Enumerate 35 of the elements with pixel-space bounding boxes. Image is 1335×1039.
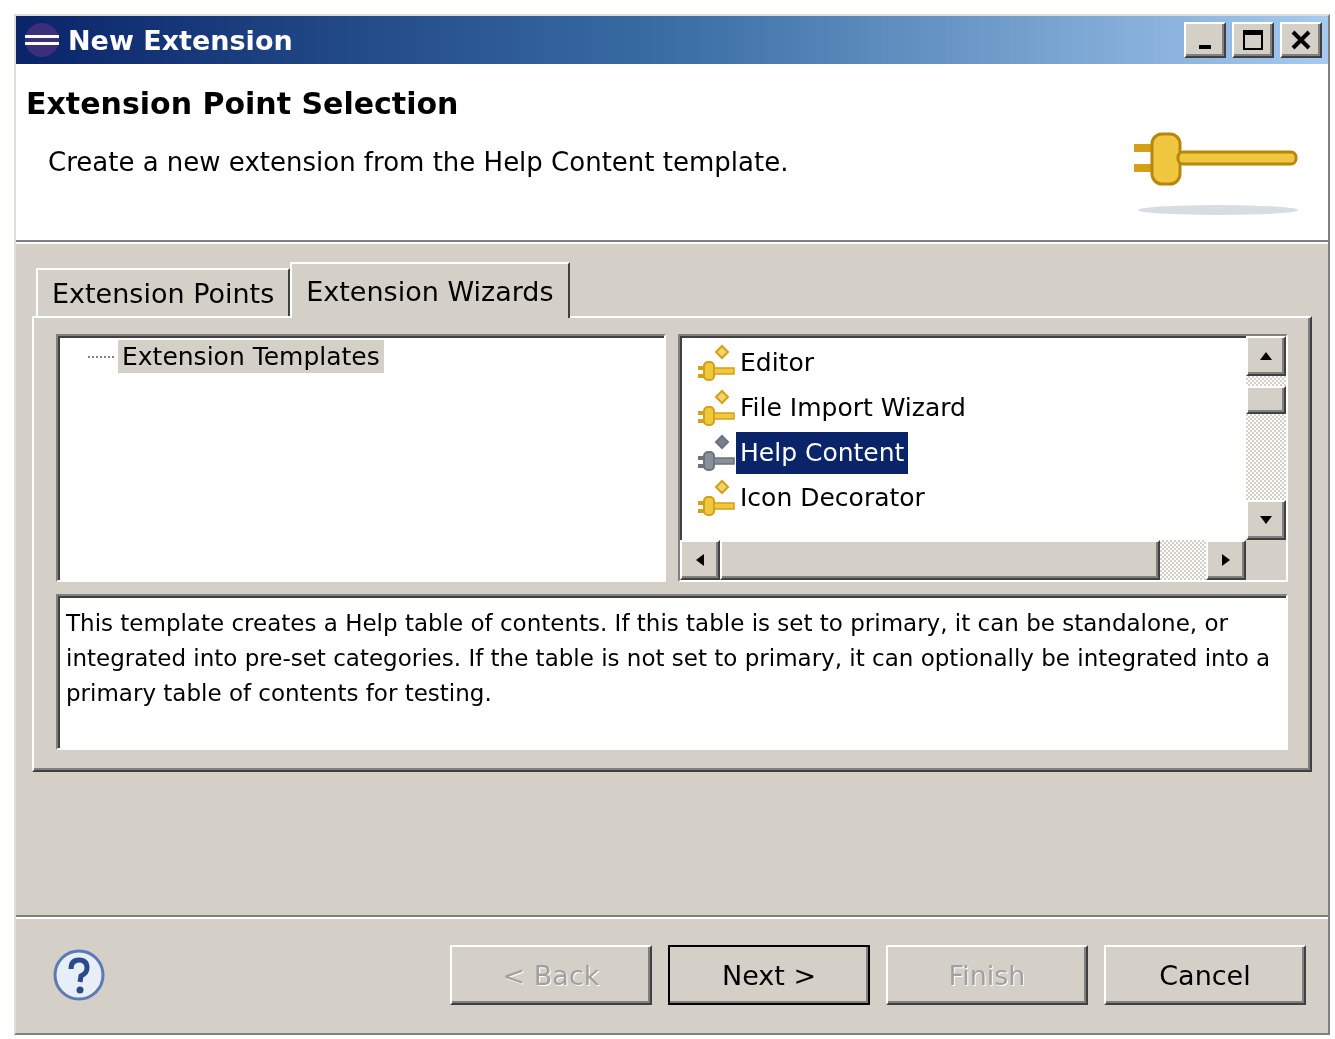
- scroll-thumb[interactable]: [720, 540, 1160, 580]
- page-description: Create a new extension from the Help Content template.: [47, 147, 790, 177]
- minimize-button[interactable]: [1184, 22, 1226, 58]
- template-description: This template creates a Help table of contents. If this table is set to primary, it can be standalone, or integrated into pre-set categories. If the table is not set to primary, it can optionally be integrated into a primary table of contents for testing.: [56, 594, 1288, 750]
- eclipse-logo-icon: [22, 22, 62, 58]
- list-item[interactable]: Help Content: [736, 431, 909, 474]
- close-icon: [1289, 28, 1313, 52]
- scrollbar-corner: [1246, 540, 1286, 580]
- tree-item[interactable]: Extension Templates: [118, 340, 384, 373]
- plug-icon: [696, 388, 736, 427]
- scroll-right-button[interactable]: [1206, 540, 1246, 580]
- maximize-icon: [1241, 28, 1265, 52]
- help-icon[interactable]: [52, 948, 106, 1002]
- tab[interactable]: Extension Wizards: [290, 262, 570, 318]
- dialog-button[interactable]: Next >: [668, 945, 870, 1005]
- page-title: Extension Point Selection: [26, 86, 460, 121]
- plug-icon: [696, 478, 736, 517]
- list-item[interactable]: Editor: [736, 341, 818, 384]
- window-title: New Extension: [68, 24, 294, 56]
- plug-icon: [696, 343, 736, 382]
- list-item[interactable]: File Import Wizard: [736, 386, 970, 429]
- horizontal-scrollbar[interactable]: [680, 540, 1246, 580]
- scroll-thumb[interactable]: [1246, 386, 1286, 414]
- vertical-scrollbar[interactable]: [1246, 336, 1286, 540]
- dialog-button[interactable]: Cancel: [1104, 945, 1306, 1005]
- maximize-button[interactable]: [1232, 22, 1274, 58]
- scroll-down-button[interactable]: [1246, 500, 1286, 540]
- tree-line-icon: [88, 355, 114, 358]
- plug-icon: [696, 433, 736, 472]
- scroll-up-button[interactable]: [1246, 336, 1286, 376]
- minimize-icon: [1199, 45, 1211, 49]
- scroll-left-button[interactable]: [680, 540, 720, 580]
- tab[interactable]: Extension Points: [36, 268, 291, 316]
- list-item[interactable]: Icon Decorator: [736, 476, 929, 519]
- close-button[interactable]: [1280, 22, 1322, 58]
